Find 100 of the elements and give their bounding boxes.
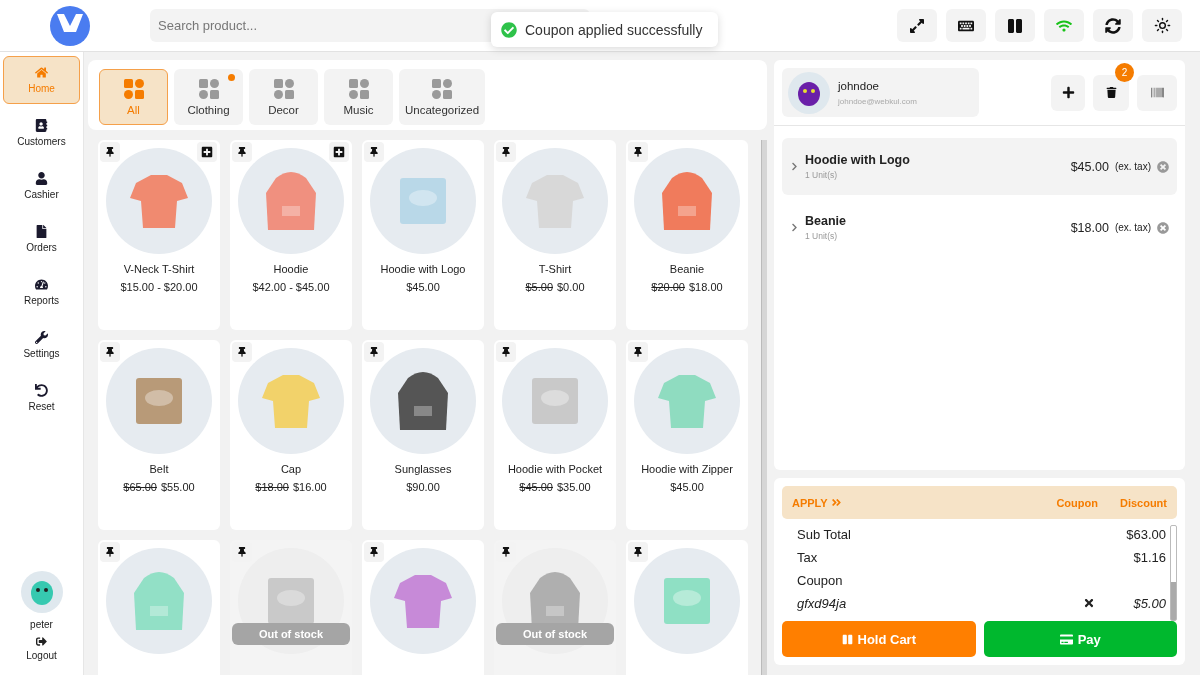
refresh-icon <box>1105 17 1121 34</box>
sidebar-item[interactable]: Reports <box>3 268 80 316</box>
double-chevron-icon <box>830 497 842 508</box>
total-label: Sub Total <box>797 526 851 542</box>
old-price: $45.00 <box>519 481 553 493</box>
category-tab[interactable]: Decor <box>249 69 318 125</box>
add-customer-button[interactable] <box>1051 74 1085 111</box>
grid-icon <box>348 78 369 99</box>
product-card[interactable]: V-Neck T-Shirt $15.00 - $20.00 <box>98 140 220 330</box>
old-price: $18.00 <box>255 481 289 493</box>
product-name: Sunglasses <box>394 463 452 475</box>
grid-icon <box>123 78 144 99</box>
remove-coupon-icon[interactable] <box>1083 597 1096 609</box>
product-price: $35.00 <box>557 481 591 493</box>
pause-button[interactable] <box>995 9 1035 42</box>
settings-icon <box>1153 17 1171 34</box>
old-price: $65.00 <box>123 481 157 493</box>
add-button[interactable] <box>329 142 349 162</box>
stock-badge: Out of stock <box>232 623 350 645</box>
barcode-icon <box>1150 86 1164 99</box>
gauge-icon <box>35 278 48 291</box>
pin-icon[interactable] <box>364 342 384 362</box>
plus-icon <box>1061 86 1075 99</box>
product-price: $90.00 <box>406 481 440 493</box>
product-card[interactable]: Hoodie with Pocket $45.00 $35.00 <box>494 340 616 530</box>
product-card[interactable]: Beanie $20.00 $18.00 <box>626 140 748 330</box>
sidebar-item[interactable]: Customers <box>3 109 80 157</box>
pin-icon[interactable] <box>364 542 384 562</box>
product-price: $42.00 - $45.00 <box>252 281 330 293</box>
delete-button[interactable] <box>1093 74 1129 111</box>
sidebar-item[interactable]: Reset <box>3 374 80 422</box>
sidebar-item[interactable]: Cashier <box>3 162 80 210</box>
item-units: 1 Unit(s) <box>805 170 839 180</box>
pin-icon[interactable] <box>100 542 120 562</box>
pin-icon[interactable] <box>628 542 648 562</box>
product-card[interactable]: Hoodie with Logo $45.00 <box>362 140 484 330</box>
remove-icon[interactable] <box>1157 160 1169 173</box>
pause-icon <box>1007 17 1023 34</box>
remove-icon[interactable] <box>1157 221 1169 234</box>
add-button[interactable] <box>197 142 217 162</box>
customer-card[interactable]: johndoe johndoe@webkul.com <box>782 68 979 117</box>
logout-icon <box>36 636 47 647</box>
grid-icon <box>273 78 294 99</box>
product-name: Hoodie with Pocket <box>507 463 603 475</box>
customer-email: johndoe@webkul.com <box>838 96 917 106</box>
pin-icon[interactable] <box>232 342 252 362</box>
user-name: peter <box>30 619 53 630</box>
coupon-code: gfxd94ja <box>797 595 847 611</box>
pin-icon[interactable] <box>232 142 252 162</box>
grid-icon <box>198 78 219 99</box>
chevron-icon <box>790 223 799 232</box>
settings-button[interactable] <box>1142 9 1182 42</box>
avatar <box>20 571 63 613</box>
pin-icon[interactable] <box>496 342 516 362</box>
sync-button[interactable] <box>1093 9 1133 42</box>
product-price: $18.00 <box>689 281 723 293</box>
pin-icon[interactable] <box>628 342 648 362</box>
total-label: Coupon <box>797 572 843 588</box>
product-card[interactable]: Belt $65.00 $55.00 <box>98 340 220 530</box>
trash-icon <box>1105 87 1117 98</box>
user-icon <box>35 172 48 185</box>
expand-button[interactable] <box>897 9 937 42</box>
tax-note: (ex. tax) <box>1114 222 1151 233</box>
category-tab[interactable]: Music <box>324 69 393 125</box>
product-price: $45.00 <box>670 481 704 493</box>
keyboard-button[interactable] <box>946 9 986 42</box>
cart-item[interactable]: Hoodie with Logo 1 Unit(s) $45.00 (ex. tax) <box>782 138 1177 195</box>
product-name: Cap <box>280 463 302 475</box>
product-card[interactable]: Cap $18.00 $16.00 <box>230 340 352 530</box>
pin-icon[interactable] <box>100 342 120 362</box>
item-name: Hoodie with Logo <box>805 153 910 167</box>
old-price: $5.00 <box>525 281 553 293</box>
item-price: $45.00 <box>1070 159 1109 174</box>
product-price: $16.00 <box>293 481 327 493</box>
product-card[interactable]: Hoodie with Zipper $45.00 <box>626 340 748 530</box>
pin-icon[interactable] <box>628 142 648 162</box>
product-name: Hoodie with Logo <box>380 263 466 275</box>
pin-icon[interactable] <box>496 142 516 162</box>
check-icon <box>501 21 517 38</box>
scrollbar[interactable] <box>761 140 767 675</box>
pin-icon[interactable] <box>364 142 384 162</box>
wrench-icon <box>35 331 48 344</box>
logout-button[interactable]: Logout <box>26 636 57 661</box>
notification-dot <box>228 74 235 81</box>
scrollbar[interactable] <box>1170 525 1177 621</box>
contacts-icon <box>35 119 48 132</box>
coupon-amount: $5.00 <box>1133 595 1166 611</box>
product-card[interactable]: Hoodie $42.00 - $45.00 <box>230 140 352 330</box>
category-tab[interactable]: Clothing <box>174 69 243 125</box>
pin-icon[interactable] <box>100 142 120 162</box>
product-card[interactable]: T-Shirt $5.00 $0.00 <box>494 140 616 330</box>
product-card[interactable]: Sunglasses $90.00 <box>362 340 484 530</box>
sidebar-item[interactable]: Settings <box>3 321 80 369</box>
sidebar-item[interactable]: Orders <box>3 215 80 263</box>
product-name: Beanie <box>669 263 705 275</box>
old-price: $20.00 <box>651 281 685 293</box>
home-icon <box>35 66 48 79</box>
count-badge: 2 <box>1115 62 1134 82</box>
wifi-icon <box>1056 17 1072 34</box>
category-tab[interactable]: Uncategorized <box>399 69 486 125</box>
